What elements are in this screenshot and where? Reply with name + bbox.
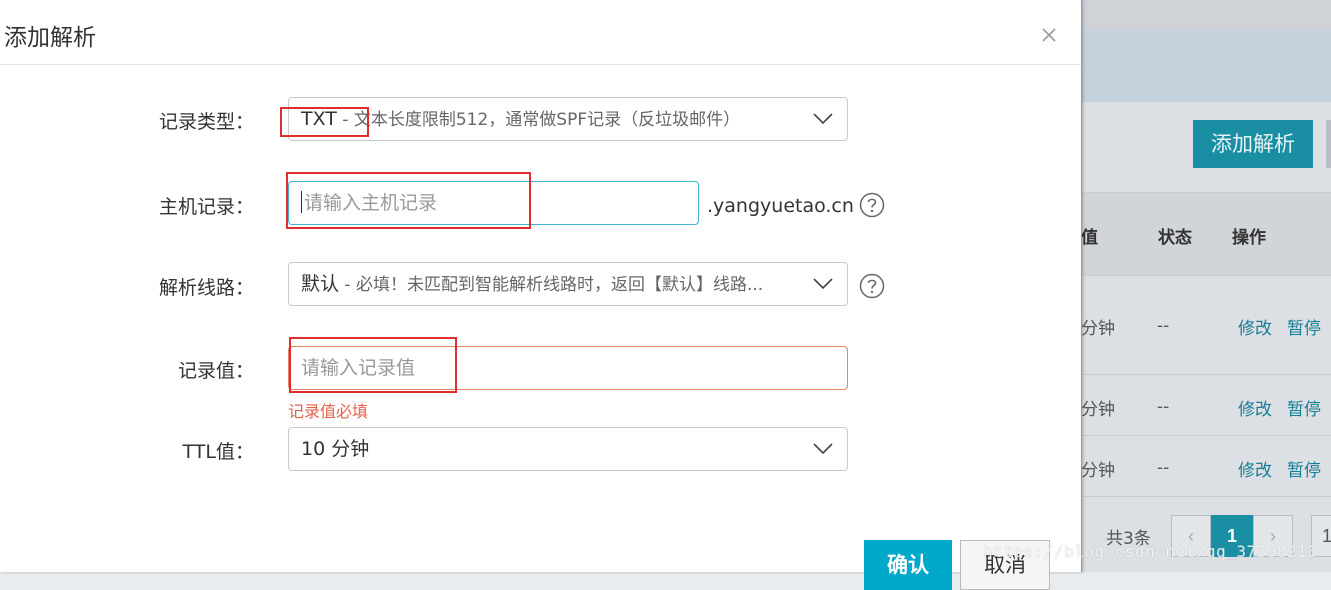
help-icon[interactable] bbox=[859, 273, 885, 299]
text-caret bbox=[301, 191, 302, 213]
ttl-value: 10 分钟 bbox=[301, 438, 370, 460]
host-record-placeholder: 请输入主机记录 bbox=[304, 192, 438, 214]
ttl-cell: 分钟 bbox=[1081, 461, 1115, 481]
chevron-down-icon bbox=[813, 278, 833, 290]
table-row: 分钟 -- 修改 暂停 bbox=[1081, 375, 1331, 436]
record-type-description: - 文本长度限制512，通常做SPF记录（反垃圾邮件） bbox=[336, 110, 741, 130]
status-cell: -- bbox=[1157, 458, 1170, 478]
ttl-select[interactable]: 10 分钟 bbox=[288, 427, 848, 471]
record-type-value: TXT bbox=[301, 108, 337, 130]
edit-link[interactable]: 修改 bbox=[1238, 456, 1272, 481]
chevron-down-icon bbox=[813, 443, 833, 455]
confirm-button[interactable]: 确认 bbox=[864, 540, 952, 590]
record-value-input[interactable]: 请输入记录值 bbox=[288, 346, 848, 390]
record-type-select[interactable]: TXT - 文本长度限制512，通常做SPF记录（反垃圾邮件） bbox=[288, 97, 848, 141]
add-record-button[interactable]: 添加解析 bbox=[1193, 120, 1313, 168]
resolve-line-select[interactable]: 默认 - 必填！未匹配到智能解析线路时，返回【默认】线路... bbox=[288, 262, 848, 306]
status-cell: -- bbox=[1157, 397, 1170, 417]
background-topbar bbox=[1081, 0, 1331, 31]
table-row: 分钟 -- 修改 暂停 bbox=[1081, 274, 1331, 375]
record-value-placeholder: 请输入记录值 bbox=[301, 357, 416, 379]
record-value-error: 记录值必填 bbox=[288, 402, 369, 421]
resolve-line-label: 解析线路： bbox=[158, 277, 254, 299]
pause-link[interactable]: 暂停 bbox=[1287, 456, 1321, 481]
chevron-down-icon bbox=[813, 113, 833, 125]
record-value-label: 记录值： bbox=[177, 360, 254, 382]
background-band bbox=[1081, 30, 1331, 102]
table-header: 值 状态 操作 bbox=[1081, 192, 1331, 276]
column-value-header: 值 bbox=[1081, 228, 1098, 248]
record-type-label: 记录类型： bbox=[158, 111, 254, 133]
ttl-cell: 分钟 bbox=[1081, 319, 1115, 339]
table-row: 分钟 -- 修改 暂停 bbox=[1081, 436, 1331, 497]
column-action-header: 操作 bbox=[1232, 228, 1266, 248]
ttl-cell: 分钟 bbox=[1081, 400, 1115, 420]
help-icon[interactable] bbox=[859, 192, 885, 218]
pause-link[interactable]: 暂停 bbox=[1287, 314, 1321, 339]
adjacent-button-edge[interactable] bbox=[1326, 120, 1331, 168]
ttl-label: TTL值： bbox=[182, 441, 254, 463]
status-cell: -- bbox=[1157, 316, 1170, 336]
domain-suffix: .yangyuetao.cn bbox=[707, 195, 854, 217]
host-record-input[interactable]: 请输入主机记录 bbox=[288, 181, 699, 225]
dialog-header: 添加解析 bbox=[0, 0, 1081, 65]
resolve-line-description: - 必填！未匹配到智能解析线路时，返回【默认】线路... bbox=[339, 275, 764, 295]
edit-link[interactable]: 修改 bbox=[1238, 314, 1272, 339]
pause-link[interactable]: 暂停 bbox=[1287, 395, 1321, 420]
watermark: https://blog.csdn.net/qq_37398213 bbox=[983, 542, 1318, 561]
close-icon[interactable] bbox=[1040, 26, 1058, 44]
host-record-label: 主机记录： bbox=[158, 196, 254, 218]
column-status-header: 状态 bbox=[1158, 228, 1192, 248]
resolve-line-value: 默认 bbox=[301, 273, 340, 295]
dialog-title: 添加解析 bbox=[4, 25, 96, 51]
add-record-dialog: 添加解析 记录类型： TXT - 文本长度限制512，通常做SPF记录（反垃圾邮… bbox=[0, 0, 1082, 590]
edit-link[interactable]: 修改 bbox=[1238, 395, 1272, 420]
